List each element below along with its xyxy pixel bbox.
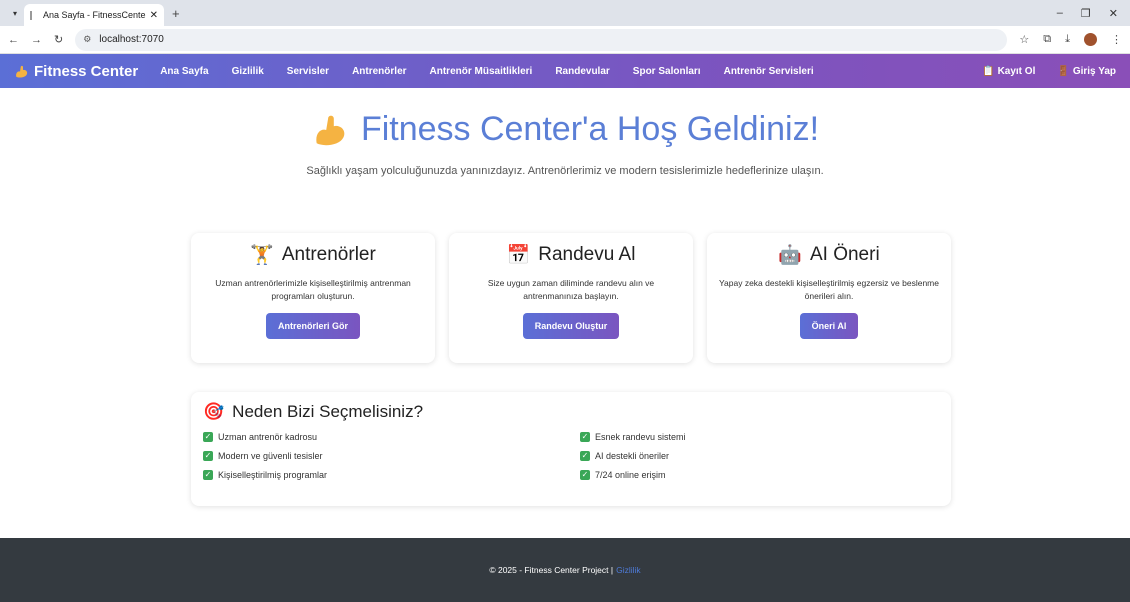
list-item: ✓ AI destekli öneriler xyxy=(580,451,930,461)
feature-cards: 🏋 Antrenörler Uzman antrenörlerimizle ki… xyxy=(191,233,951,363)
forward-icon[interactable]: → xyxy=(31,34,42,46)
hero-title-text: Fitness Center'a Hoş Geldiniz! xyxy=(360,110,820,148)
check-icon: ✓ xyxy=(203,470,213,480)
list-item-text: AI destekli öneriler xyxy=(595,451,670,461)
login-link[interactable]: 🚪 Giriş Yap xyxy=(1057,66,1116,77)
list-item: ✓ Modern ve güvenli tesisler xyxy=(203,451,580,461)
hero-section: Fitness Center'a Hoş Geldiniz! Sağlıklı … xyxy=(0,88,1130,180)
site-settings-icon[interactable]: ⚙ xyxy=(83,34,91,45)
door-icon: 🚪 xyxy=(1057,65,1070,77)
check-icon: ✓ xyxy=(203,451,213,461)
card-text: Uzman antrenörlerimizle kişiselleştirilm… xyxy=(215,278,411,301)
browser-tab[interactable]: Ana Sayfa - FitnessCenterProje ✕ xyxy=(24,4,164,26)
footer-text: © 2025 - Fitness Center Project | xyxy=(489,565,614,575)
card-title-text: Antrenörler xyxy=(281,244,376,265)
nav-link-antrenorler[interactable]: Antrenörler xyxy=(352,66,406,77)
robot-icon: 🤖 xyxy=(778,245,802,266)
extensions-icon[interactable]: ⧉ xyxy=(1043,33,1051,46)
target-icon: 🎯 xyxy=(203,402,225,421)
check-icon: ✓ xyxy=(580,470,590,480)
hero-title: Fitness Center'a Hoş Geldiniz! xyxy=(0,110,1130,149)
url-text: localhost:7070 xyxy=(99,34,164,45)
card-title-text: Randevu Al xyxy=(538,244,636,265)
card-randevu-al: 📅 Randevu Al Size uygun zaman diliminde … xyxy=(449,233,693,363)
why-title-text: Neden Bizi Seçmelisiniz? xyxy=(232,402,424,421)
list-item-text: Esnek randevu sistemi xyxy=(595,432,686,442)
tab-title: Ana Sayfa - FitnessCenterProje xyxy=(43,10,146,20)
nav-link-antrenor-musaitlikleri[interactable]: Antrenör Müsaitlikleri xyxy=(430,66,533,77)
randevu-olustur-button[interactable]: Randevu Oluştur xyxy=(522,313,620,339)
tab-search-icon[interactable]: ▾ xyxy=(6,4,24,22)
nav-link-spor-salonlari[interactable]: Spor Salonları xyxy=(633,66,701,77)
register-label: Kayıt Ol xyxy=(997,65,1036,77)
new-tab-icon[interactable]: + xyxy=(172,6,180,21)
list-item: ✓ Uzman antrenör kadrosu xyxy=(203,432,580,442)
flexed-biceps-icon xyxy=(16,65,28,77)
site-footer: © 2025 - Fitness Center Project | Gizlil… xyxy=(0,538,1130,602)
bookmark-star-icon[interactable]: ☆ xyxy=(1019,33,1029,46)
list-item: ✓ Esnek randevu sistemi xyxy=(580,432,930,442)
why-list: ✓ Uzman antrenör kadrosu ✓ Esnek randevu s… xyxy=(203,432,939,480)
login-label: Giriş Yap xyxy=(1072,65,1116,77)
brand-link[interactable]: Fitness Center xyxy=(14,63,138,80)
list-item-text: Kişiselleştirilmiş programlar xyxy=(218,470,328,480)
flexed-biceps-icon xyxy=(316,115,345,145)
card-ai-oneri: 🤖 AI Öneri Yapay zeka destekli kişiselle… xyxy=(707,233,951,363)
reload-icon[interactable]: ↻ xyxy=(54,33,63,46)
why-choose-us-section: 🎯 Neden Bizi Seçmelisiniz? ✓ Uzman antren… xyxy=(191,392,951,506)
nav-link-antrenor-servisleri[interactable]: Antrenör Servisleri xyxy=(724,66,814,77)
brand-text: Fitness Center xyxy=(34,62,139,80)
footer-privacy-link[interactable]: Gizlilik xyxy=(616,565,641,575)
check-icon: ✓ xyxy=(203,432,213,442)
site-navbar: Fitness Center Ana Sayfa Gizlilik Servis… xyxy=(0,54,1130,88)
card-title: 🏋 Antrenörler xyxy=(191,243,435,267)
register-link[interactable]: 📋 Kayıt Ol xyxy=(982,66,1035,77)
browser-tab-strip: ▾ Ana Sayfa - FitnessCenterProje ✕ + – ❐… xyxy=(0,0,1130,26)
hero-subtitle: Sağlıklı yaşam yolculuğunuzda yanınızday… xyxy=(306,165,824,177)
oneri-al-button[interactable]: Öneri Al xyxy=(799,313,859,339)
card-antrenorler: 🏋 Antrenörler Uzman antrenörlerimizle ki… xyxy=(191,233,435,363)
nav-link-servisler[interactable]: Servisler xyxy=(287,66,329,77)
list-item-text: 7/24 online erişim xyxy=(595,470,666,480)
calendar-icon: 📅 xyxy=(506,245,531,266)
favicon-icon xyxy=(30,10,39,20)
antrenorleri-gor-button[interactable]: Antrenörleri Gör xyxy=(265,313,360,339)
check-icon: ✓ xyxy=(580,432,590,442)
address-bar: ← → ↻ ⚙ localhost:7070 ☆ ⧉ ⤓ ⋮ xyxy=(0,26,1130,54)
card-title-text: AI Öneri xyxy=(809,244,880,265)
back-icon[interactable]: ← xyxy=(8,34,19,46)
url-input[interactable]: ⚙ localhost:7070 xyxy=(75,28,1008,51)
nav-link-gizlilik[interactable]: Gizlilik xyxy=(232,66,264,77)
profile-avatar[interactable] xyxy=(1084,33,1097,46)
restore-icon[interactable]: ❐ xyxy=(1081,7,1091,20)
weightlifter-icon: 🏋 xyxy=(250,245,274,266)
close-window-icon[interactable]: ✕ xyxy=(1109,7,1118,20)
clipboard-icon: 📋 xyxy=(982,65,995,77)
card-text: Yapay zeka destekli kişiselleştirilmiş e… xyxy=(719,278,939,301)
nav-link-randevular[interactable]: Randevular xyxy=(555,66,609,77)
nav-link-ana-sayfa[interactable]: Ana Sayfa xyxy=(160,66,208,77)
card-title: 📅 Randevu Al xyxy=(449,243,693,267)
list-item: ✓ 7/24 online erişim xyxy=(580,470,930,480)
minimize-icon[interactable]: – xyxy=(1057,7,1063,20)
list-item: ✓ Kişiselleştirilmiş programlar xyxy=(203,470,580,480)
why-title: 🎯 Neden Bizi Seçmelisiniz? xyxy=(203,402,939,422)
list-item-text: Modern ve güvenli tesisler xyxy=(218,451,323,461)
card-text: Size uygun zaman diliminde randevu alın … xyxy=(487,278,655,301)
close-tab-icon[interactable]: ✕ xyxy=(150,10,158,21)
check-icon: ✓ xyxy=(580,451,590,461)
card-title: 🤖 AI Öneri xyxy=(707,243,951,267)
download-icon[interactable]: ⤓ xyxy=(1065,33,1070,46)
list-item-text: Uzman antrenör kadrosu xyxy=(218,432,318,442)
menu-dots-icon[interactable]: ⋮ xyxy=(1111,33,1122,46)
